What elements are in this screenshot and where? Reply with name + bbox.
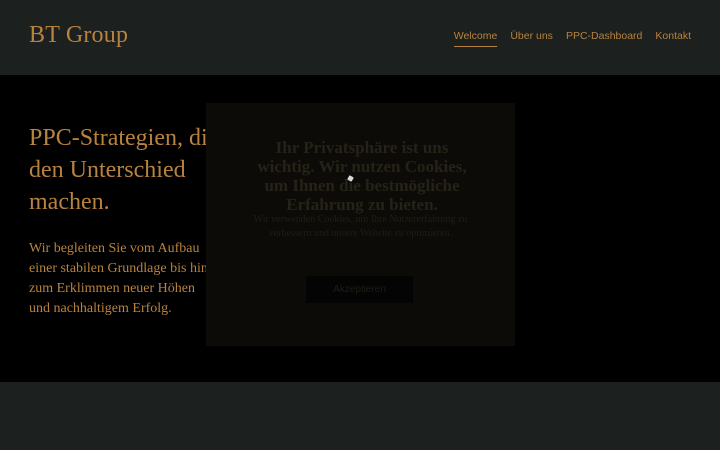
site-header: BT Group Welcome Über uns PPC-Dashboard … (0, 0, 720, 75)
cookie-modal: Ihr Privatsphäre ist uns wichtig. Wir nu… (206, 103, 515, 346)
main-nav: Welcome Über uns PPC-Dashboard Kontakt (453, 30, 691, 47)
hero-text: Wir begleiten Sie vom Aufbau einer stabi… (29, 241, 208, 316)
page-footer (0, 382, 720, 450)
nav-welcome[interactable]: Welcome (453, 30, 498, 47)
nav-ueber-uns[interactable]: Über uns (510, 30, 553, 47)
logo[interactable]: BT Group (29, 22, 128, 49)
modal-title: Ihr Privatsphäre ist uns wichtig. Wir nu… (257, 138, 467, 214)
hero-title: PPC-Strategien, die den Unterschied mach… (29, 125, 219, 215)
accept-button[interactable]: Akzeptieren (306, 276, 413, 303)
modal-text: Wir verwenden Cookies, um Ihre Nutzererf… (253, 214, 468, 239)
nav-kontakt[interactable]: Kontakt (655, 30, 691, 47)
nav-ppc-dashboard[interactable]: PPC-Dashboard (566, 30, 642, 47)
